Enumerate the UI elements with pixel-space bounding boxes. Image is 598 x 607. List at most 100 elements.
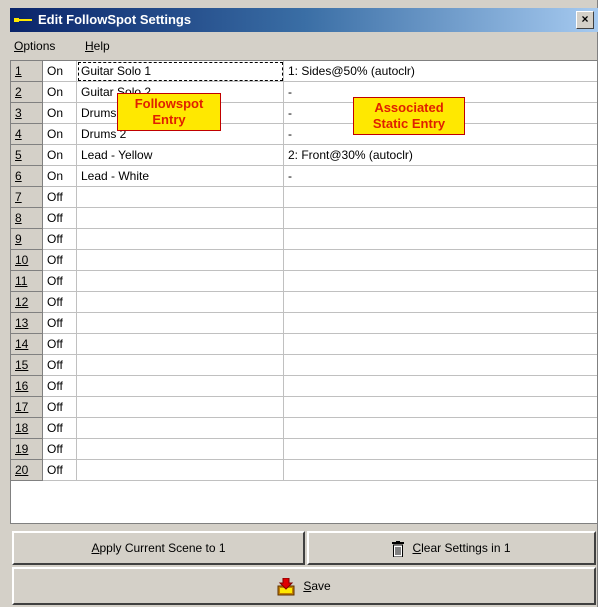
followspot-entry-cell[interactable] xyxy=(77,229,284,250)
row-state[interactable]: Off xyxy=(43,460,77,481)
followspot-entry-cell[interactable]: Lead - White xyxy=(77,166,284,187)
followspot-entry-cell[interactable] xyxy=(77,460,284,481)
row-number[interactable]: 12 xyxy=(11,292,43,313)
followspot-entry-cell[interactable] xyxy=(77,418,284,439)
followspot-entry-cell[interactable] xyxy=(77,397,284,418)
table-row[interactable]: 6 On Lead - White - xyxy=(11,166,597,187)
table-row[interactable]: 18 Off xyxy=(11,418,597,439)
row-number[interactable]: 8 xyxy=(11,208,43,229)
row-number[interactable]: 3 xyxy=(11,103,43,124)
static-entry-cell[interactable] xyxy=(284,355,597,376)
followspot-entry-cell[interactable] xyxy=(77,187,284,208)
menu-options[interactable]: Options xyxy=(14,39,55,53)
table-row[interactable]: 11 Off xyxy=(11,271,597,292)
followspot-entry-cell[interactable] xyxy=(77,250,284,271)
static-entry-cell[interactable] xyxy=(284,418,597,439)
table-row[interactable]: 1 On Guitar Solo 1 1: Sides@50% (autoclr) xyxy=(11,61,597,82)
row-number[interactable]: 9 xyxy=(11,229,43,250)
static-entry-cell[interactable] xyxy=(284,292,597,313)
row-state[interactable]: Off xyxy=(43,376,77,397)
row-state[interactable]: Off xyxy=(43,250,77,271)
row-number[interactable]: 1 xyxy=(11,61,43,82)
static-entry-cell[interactable]: - xyxy=(284,166,597,187)
static-entry-cell[interactable] xyxy=(284,187,597,208)
static-entry-cell[interactable] xyxy=(284,271,597,292)
static-entry-cell[interactable] xyxy=(284,460,597,481)
title-bar[interactable]: Edit FollowSpot Settings × xyxy=(10,8,598,32)
apply-current-scene-button[interactable]: Apply Current Scene to 1 xyxy=(12,531,305,565)
row-number[interactable]: 17 xyxy=(11,397,43,418)
static-entry-cell[interactable] xyxy=(284,397,597,418)
row-state[interactable]: Off xyxy=(43,418,77,439)
table-row[interactable]: 3 On Drums 1- xyxy=(11,103,597,124)
row-number[interactable]: 2 xyxy=(11,82,43,103)
row-state[interactable]: On xyxy=(43,124,77,145)
table-row[interactable]: 8 Off xyxy=(11,208,597,229)
row-state[interactable]: Off xyxy=(43,292,77,313)
static-entry-cell[interactable] xyxy=(284,334,597,355)
row-number[interactable]: 15 xyxy=(11,355,43,376)
table-row[interactable]: 15 Off xyxy=(11,355,597,376)
row-number[interactable]: 10 xyxy=(11,250,43,271)
row-state[interactable]: Off xyxy=(43,439,77,460)
static-entry-cell[interactable] xyxy=(284,313,597,334)
followspot-entry-cell[interactable] xyxy=(77,439,284,460)
row-number[interactable]: 14 xyxy=(11,334,43,355)
row-number[interactable]: 18 xyxy=(11,418,43,439)
static-entry-cell[interactable] xyxy=(284,229,597,250)
row-number[interactable]: 19 xyxy=(11,439,43,460)
followspot-entry-cell[interactable]: Guitar Solo 1 xyxy=(77,61,284,82)
table-row[interactable]: 7 Off xyxy=(11,187,597,208)
clear-settings-button[interactable]: Clear Settings in 1 xyxy=(307,531,596,565)
followspot-entry-cell[interactable] xyxy=(77,292,284,313)
static-entry-cell[interactable] xyxy=(284,376,597,397)
menu-help[interactable]: Help xyxy=(85,39,110,53)
row-state[interactable]: On xyxy=(43,166,77,187)
table-row[interactable]: 12 Off xyxy=(11,292,597,313)
row-state[interactable]: On xyxy=(43,61,77,82)
static-entry-cell[interactable]: 1: Sides@50% (autoclr) xyxy=(284,61,597,82)
row-state[interactable]: Off xyxy=(43,187,77,208)
table-row[interactable]: 9 Off xyxy=(11,229,597,250)
close-button[interactable]: × xyxy=(576,11,594,29)
row-state[interactable]: Off xyxy=(43,355,77,376)
row-state[interactable]: Off xyxy=(43,334,77,355)
table-row[interactable]: 17 Off xyxy=(11,397,597,418)
followspot-entry-cell[interactable] xyxy=(77,208,284,229)
row-number[interactable]: 7 xyxy=(11,187,43,208)
row-number[interactable]: 11 xyxy=(11,271,43,292)
table-row[interactable]: 2 On Guitar Solo 2- xyxy=(11,82,597,103)
static-entry-cell[interactable] xyxy=(284,208,597,229)
row-state[interactable]: On xyxy=(43,82,77,103)
followspot-entry-cell[interactable] xyxy=(77,334,284,355)
row-state[interactable]: On xyxy=(43,145,77,166)
table-row[interactable]: 4 On Drums 2- xyxy=(11,124,597,145)
table-row[interactable]: 19 Off xyxy=(11,439,597,460)
save-button[interactable]: Save xyxy=(12,567,596,605)
static-entry-cell[interactable] xyxy=(284,250,597,271)
followspot-entry-cell[interactable] xyxy=(77,271,284,292)
row-state[interactable]: Off xyxy=(43,271,77,292)
row-state[interactable]: Off xyxy=(43,208,77,229)
followspot-entry-cell[interactable] xyxy=(77,355,284,376)
row-state[interactable]: On xyxy=(43,103,77,124)
row-state[interactable]: Off xyxy=(43,313,77,334)
table-row[interactable]: 10 Off xyxy=(11,250,597,271)
row-number[interactable]: 6 xyxy=(11,166,43,187)
row-number[interactable]: 16 xyxy=(11,376,43,397)
table-row[interactable]: 13 Off xyxy=(11,313,597,334)
static-entry-cell[interactable] xyxy=(284,439,597,460)
row-number[interactable]: 5 xyxy=(11,145,43,166)
table-row[interactable]: 5 On Lead - Yellow 2: Front@30% (autoclr) xyxy=(11,145,597,166)
row-number[interactable]: 4 xyxy=(11,124,43,145)
row-number[interactable]: 13 xyxy=(11,313,43,334)
row-state[interactable]: Off xyxy=(43,397,77,418)
row-number[interactable]: 20 xyxy=(11,460,43,481)
followspot-entry-cell[interactable]: Lead - Yellow xyxy=(77,145,284,166)
row-state[interactable]: Off xyxy=(43,229,77,250)
table-row[interactable]: 14 Off xyxy=(11,334,597,355)
followspot-entry-cell[interactable] xyxy=(77,376,284,397)
table-row[interactable]: 20 Off xyxy=(11,460,597,481)
static-entry-cell[interactable]: 2: Front@30% (autoclr) xyxy=(284,145,597,166)
table-row[interactable]: 16 Off xyxy=(11,376,597,397)
